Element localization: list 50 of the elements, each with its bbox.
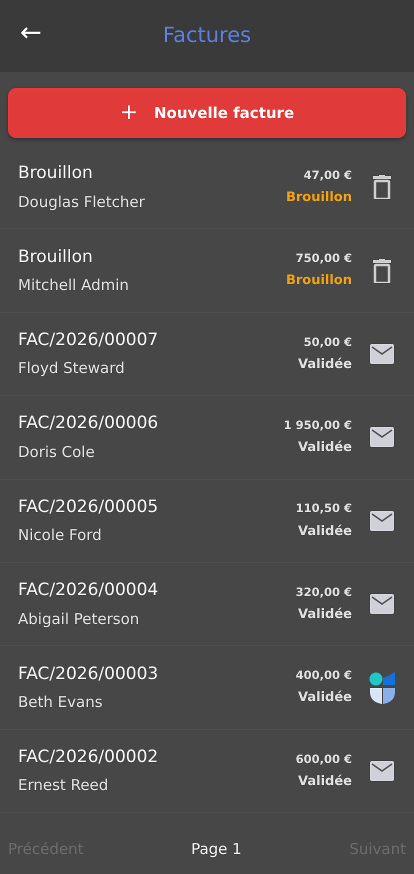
invoice-amount: 400,00 € <box>296 667 352 684</box>
send-button[interactable] <box>368 510 396 531</box>
page-title: Factures <box>162 22 252 50</box>
status-label: Brouillon <box>286 272 352 290</box>
envelope-icon <box>370 344 394 364</box>
customer-name: Douglas Fletcher <box>18 192 145 213</box>
invoice-number: FAC/2026/00007 <box>18 328 158 352</box>
invoice-number: FAC/2026/00003 <box>18 662 158 686</box>
send-button[interactable] <box>368 760 396 781</box>
invoice-number: FAC/2026/00006 <box>18 412 158 436</box>
customer-name: Nicole Ford <box>18 525 102 546</box>
invoice-number: Brouillon <box>18 246 93 269</box>
send-button[interactable] <box>368 594 396 614</box>
customer-name: Ernest Reed <box>18 775 108 796</box>
customer-name: Abigail Peterson <box>18 608 140 630</box>
invoice-amount: 600,00 € <box>296 750 352 768</box>
customer-name: Beth Evans <box>18 692 103 714</box>
page-number: Page 1 <box>191 838 242 860</box>
status-label: Validée <box>298 772 352 791</box>
status-label: Validée <box>298 439 352 458</box>
customer-name: Doris Cole <box>18 442 95 463</box>
envelope-icon <box>370 427 394 448</box>
invoice-amount: 110,50 € <box>296 500 352 518</box>
status-label: Validée <box>298 356 352 374</box>
status-label: Brouillon <box>286 189 352 208</box>
app-button[interactable] <box>368 672 396 704</box>
envelope-icon <box>370 510 394 531</box>
new-invoice-button[interactable]: + Nouvelle facture <box>8 88 406 138</box>
customer-name: Floyd Steward <box>18 358 125 380</box>
invoice-number: FAC/2026/00002 <box>18 746 158 769</box>
send-button[interactable] <box>368 344 396 364</box>
app-logo-icon <box>369 672 395 704</box>
invoice-number: FAC/2026/00005 <box>18 496 158 519</box>
send-button[interactable] <box>368 427 396 448</box>
invoice-amount: 50,00 € <box>304 334 352 351</box>
status-label: Validée <box>298 522 352 541</box>
customer-name: Mitchell Admin <box>18 275 129 296</box>
envelope-icon <box>370 594 394 614</box>
invoice-amount: 47,00 € <box>304 166 352 184</box>
back-button[interactable]: ← <box>16 20 46 46</box>
invoice-number: Brouillon <box>18 162 93 186</box>
status-label: Validée <box>298 689 352 708</box>
envelope-icon <box>370 760 394 781</box>
invoice-amount: 320,00 € <box>296 584 352 601</box>
status-label: Validée <box>298 606 352 624</box>
invoice-amount: 750,00 € <box>296 250 352 268</box>
trash-icon <box>373 258 391 283</box>
invoice-amount: 1 950,00 € <box>284 416 352 434</box>
invoice-number: FAC/2026/00004 <box>18 579 158 602</box>
trash-icon <box>373 175 391 200</box>
